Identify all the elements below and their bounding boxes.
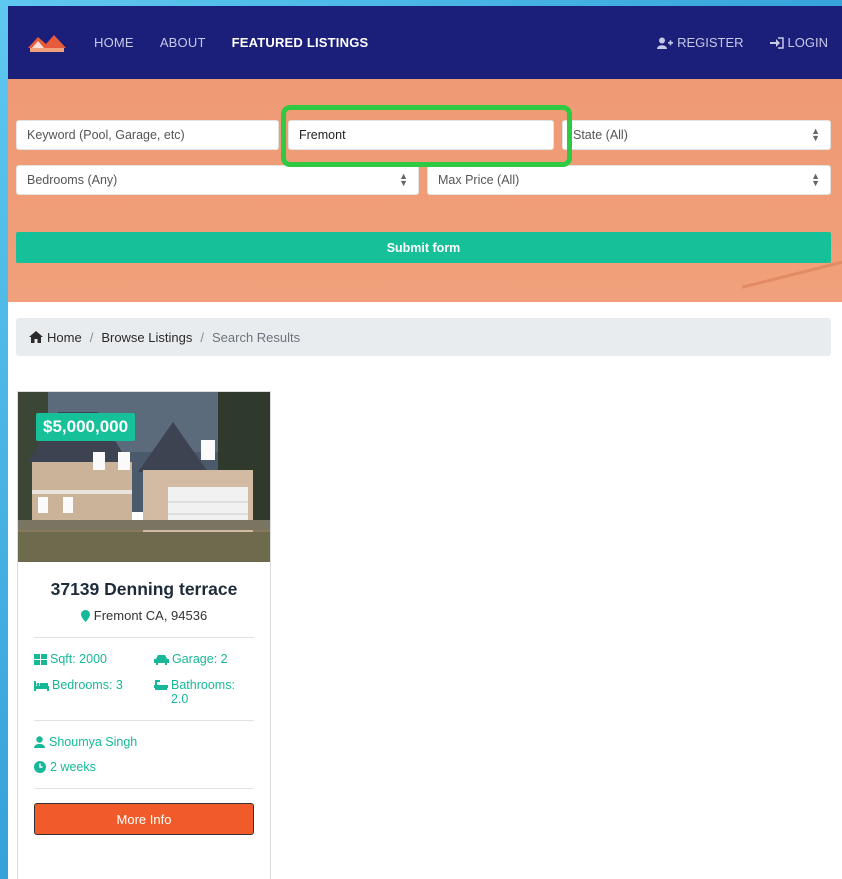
spec-sqft: Sqft: 2000 [34, 652, 154, 666]
listing-body: 37139 Denning terrace Fremont CA, 94536 … [18, 579, 270, 835]
listing-date-text: 2 weeks [50, 760, 96, 774]
listing-location: Fremont CA, 94536 [34, 608, 254, 623]
spec-garage-text: Garage: 2 [172, 652, 228, 666]
nav-featured-listings[interactable]: FEATURED LISTINGS [232, 35, 369, 50]
state-select[interactable]: State (All) ▲ ▼ [562, 120, 831, 150]
spec-garage: Garage: 2 [154, 652, 254, 666]
listing-photo[interactable]: $5,000,000 [18, 392, 270, 562]
listing-location-text: Fremont CA, 94536 [93, 608, 208, 623]
more-info-button[interactable]: More Info [34, 803, 254, 835]
roof-decoration [742, 258, 842, 316]
page: HOME ABOUT FEATURED LISTINGS REGISTER LO… [8, 6, 842, 879]
home-icon [29, 331, 43, 343]
register-label: REGISTER [677, 35, 744, 50]
site-logo[interactable] [26, 32, 68, 54]
listing-card: $5,000,000 37139 Denning terrace Fremont… [17, 391, 271, 879]
spec-bathrooms: Bathrooms: 2.0 [154, 678, 254, 706]
breadcrumb-current: Search Results [211, 329, 301, 345]
nav-about[interactable]: ABOUT [160, 35, 206, 50]
user-plus-icon [657, 37, 674, 49]
highlight-box [281, 105, 572, 167]
breadcrumb-separator: / [89, 329, 94, 345]
listing-date: 2 weeks [34, 760, 254, 774]
clock-icon [34, 761, 46, 773]
spec-bedrooms: Bedrooms: 3 [34, 678, 154, 706]
listing-price-badge: $5,000,000 [36, 413, 136, 441]
divider [34, 637, 254, 638]
select-arrows-icon: ▲ ▼ [811, 126, 820, 143]
select-arrows-icon: ▲ ▼ [399, 171, 408, 188]
breadcrumb: Home / Browse Listings / Search Results [16, 318, 831, 356]
breadcrumb-separator: / [200, 329, 204, 345]
car-icon [154, 655, 169, 665]
select-arrows-icon: ▲ ▼ [811, 171, 820, 188]
bath-icon [154, 680, 168, 690]
breadcrumb-home[interactable]: Home [47, 330, 82, 345]
listing-meta: Shoumya Singh 2 weeks [34, 735, 254, 774]
max-price-select-label: Max Price (All) [438, 173, 520, 187]
login-label: LOGIN [787, 35, 828, 50]
state-select-label: State (All) [573, 128, 628, 142]
keyword-input[interactable]: Keyword (Pool, Garage, etc) [16, 120, 279, 150]
spec-bathrooms-text: Bathrooms: 2.0 [171, 678, 235, 706]
listing-realtor-name[interactable]: Shoumya Singh [49, 735, 137, 749]
th-large-icon [34, 654, 47, 665]
search-row-2: Bedrooms (Any) ▲ ▼ Max Price (All) ▲ ▼ [8, 165, 842, 195]
login-link[interactable]: LOGIN [769, 35, 828, 50]
register-link[interactable]: REGISTER [657, 35, 744, 50]
divider [34, 788, 254, 789]
sign-in-icon [769, 36, 784, 49]
breadcrumb-browse-listings[interactable]: Browse Listings [101, 330, 192, 345]
spec-sqft-text: Sqft: 2000 [50, 652, 107, 666]
user-icon [34, 736, 45, 748]
map-marker-icon [80, 609, 90, 622]
listing-specs: Sqft: 2000 Garage: 2 Bedrooms: 3 Bathroo… [34, 652, 254, 706]
max-price-select[interactable]: Max Price (All) ▲ ▼ [427, 165, 831, 195]
listing-realtor: Shoumya Singh [34, 735, 254, 749]
navbar: HOME ABOUT FEATURED LISTINGS REGISTER LO… [8, 6, 842, 79]
submit-button[interactable]: Submit form [16, 232, 831, 263]
bed-icon [34, 681, 49, 691]
nav-home[interactable]: HOME [94, 35, 134, 50]
listing-title: 37139 Denning terrace [50, 579, 238, 599]
spec-bedrooms-text: Bedrooms: 3 [52, 678, 123, 692]
divider [34, 720, 254, 721]
bedrooms-select-label: Bedrooms (Any) [27, 173, 118, 187]
bedrooms-select[interactable]: Bedrooms (Any) ▲ ▼ [16, 165, 419, 195]
